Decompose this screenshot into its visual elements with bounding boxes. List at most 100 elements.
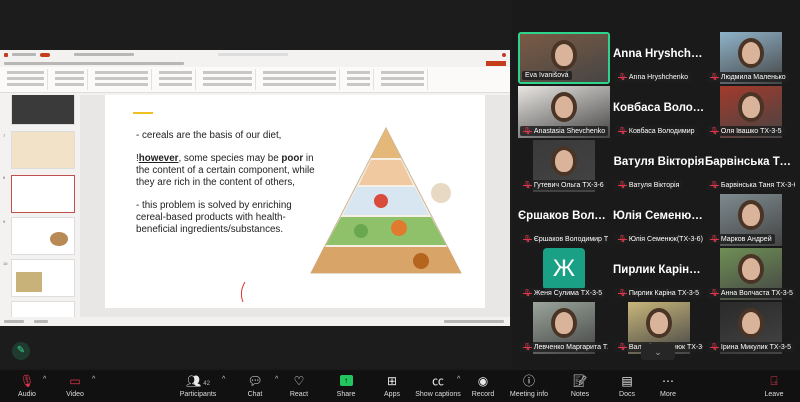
bullet-1: - cereals are the basis of our diet, <box>136 130 282 141</box>
leave-button[interactable]: ⍈ Leave <box>744 373 800 398</box>
food-pyramid-image <box>310 126 462 274</box>
participant-tile[interactable]: Єршаков Воло... 🎙︎Єршаков Володимир ТХ-..… <box>518 194 610 246</box>
apps-icon: ⊞ <box>386 374 398 388</box>
record-icon: ◉ <box>477 374 489 388</box>
participant-tile[interactable]: Ватуля Вікторія 🎙︎ Ватуля Вікторія <box>613 140 705 192</box>
participant-tile[interactable]: Барвінська Тан... 🎙︎ Барвінська Таня ТХ-3-… <box>705 140 797 192</box>
more-button[interactable]: ⋯ More <box>638 373 698 398</box>
participant-name-label: 🎙︎ Марков Андрей <box>707 234 775 244</box>
participant-tile[interactable]: Anna Hryshche... 🎙︎ Anna Hryshchenko <box>613 32 705 84</box>
video-button[interactable]: ▭ Video <box>45 373 105 398</box>
muted-mic-icon: 🎙︎ <box>523 290 532 297</box>
participant-name-label: 🎙︎ Барвінська Таня ТХ-3-6 <box>707 180 795 190</box>
ribbon-tabs[interactable] <box>0 59 510 67</box>
participant-name: Ірина Микулик ТХ-3-5 <box>720 343 791 351</box>
participant-tile[interactable]: 🎙︎ Оля Івашко ТХ-3-5 <box>705 86 797 138</box>
muted-mic-icon: 🎙︎ <box>523 236 532 243</box>
muted-mic-icon: 🎙︎ <box>710 182 719 189</box>
status-bar <box>0 317 510 326</box>
participant-tile[interactable]: 🎙︎ Людмила Маленько <box>705 32 797 84</box>
participant-name-label: 🎙︎ Юлія Семенюк(ТХ-3-6) <box>615 234 703 244</box>
participant-name: Пирлик Каріна ТХ-3-5 <box>628 289 700 297</box>
captions-icon: ㏄ <box>431 374 444 388</box>
participant-name: Гутевич Ольга ТХ-3-6 <box>533 181 604 189</box>
participant-name: Anna Hryshchenko <box>628 73 689 81</box>
participants-icon: 👥︎ 42 <box>186 374 210 388</box>
participant-tile[interactable]: Ковбаса Волод... 🎙︎ Ковбаса Володимир <box>613 86 705 138</box>
participant-display-name: Барвінська Тан... <box>705 156 797 168</box>
chat-icon: 💬︎ <box>247 374 263 388</box>
microphone-muted-icon: 🎙︎ <box>19 374 35 388</box>
participant-name-label: 🎙︎ Женя Сулима ТХ-3-5 <box>520 288 606 298</box>
participant-name: Барвінська Таня ТХ-3-6 <box>720 181 795 189</box>
participant-tile[interactable]: Юлія Семенюк... 🎙︎ Юлія Семенюк(ТХ-3-6) <box>613 194 705 246</box>
participant-tile[interactable]: 🎙︎Левченко Маргарита ТХ-... <box>518 302 610 354</box>
participant-tile[interactable]: Ж 🎙︎ Женя Сулима ТХ-3-5 <box>518 248 610 300</box>
muted-mic-icon: 🎙︎ <box>618 182 627 189</box>
slide-text: - cereals are the basis of our diet, !ho… <box>136 130 316 247</box>
participant-name-label: 🎙︎ Оля Івашко ТХ-3-5 <box>707 126 785 136</box>
participant-name: Женя Сулима ТХ-3-5 <box>533 289 603 297</box>
shared-screen: 7 8 9 10 - cereals are the basis of our … <box>0 0 512 368</box>
participant-name: Anastasia Shevchenko <box>533 127 606 135</box>
participant-name-label: Eva Ivanišová <box>522 71 572 80</box>
participant-name: Eva Ivanišová <box>525 72 569 79</box>
muted-mic-icon: 🎙︎ <box>618 74 627 81</box>
slide-thumbnail[interactable] <box>11 131 75 169</box>
participant-name: Юлія Семенюк(ТХ-3-6) <box>628 235 703 243</box>
video-options-caret-icon[interactable]: ^ <box>92 376 95 383</box>
slide: - cereals are the basis of our diet, !ho… <box>105 95 485 308</box>
slide-thumbnail[interactable] <box>11 259 75 297</box>
participant-name-label: 🎙︎Левченко Маргарита ТХ-... <box>520 342 608 352</box>
slide-thumbnail[interactable] <box>11 217 75 255</box>
title-bar <box>0 50 510 59</box>
gallery-next-page-chevron-icon[interactable]: ⌄ <box>641 344 675 360</box>
muted-mic-icon: 🎙︎ <box>618 344 627 351</box>
annotate-pen-icon[interactable]: ✎ <box>12 342 30 360</box>
muted-mic-icon: 🎙︎ <box>710 290 719 297</box>
heart-icon: ♡ <box>293 374 305 388</box>
slide-editor[interactable]: - cereals are the basis of our diet, !ho… <box>80 95 510 317</box>
participant-name-label: 🎙︎Єршаков Володимир ТХ-... <box>520 234 608 244</box>
participant-name-label: 🎙︎ Пирлик Каріна ТХ-3-5 <box>615 288 703 298</box>
participant-tile[interactable]: Eva Ivanišová <box>518 32 610 84</box>
ribbon[interactable] <box>0 67 510 93</box>
muted-mic-icon: 🎙︎ <box>710 236 719 243</box>
participant-tile[interactable]: 🎙︎ Ірина Микулик ТХ-3-5 <box>705 302 797 354</box>
participant-name: Левченко Маргарита ТХ-... <box>533 343 608 351</box>
participant-name: Марков Андрей <box>720 235 772 243</box>
accent-line <box>133 112 153 114</box>
participant-name: Ватуля Вікторія <box>628 181 680 189</box>
leave-door-icon: ⍈ <box>770 374 778 388</box>
notes-icon: 📝︎ <box>572 374 588 388</box>
camera-off-icon: ▭ <box>69 374 81 388</box>
participant-display-name: Юлія Семенюк... <box>613 210 705 222</box>
slide-thumbnails[interactable]: 7 8 9 10 <box>0 95 78 317</box>
participant-display-name: Єршаков Воло... <box>518 210 610 222</box>
participant-name-label: 🎙︎ Гутевич Ольга ТХ-3-6 <box>520 180 607 190</box>
bullet-2: !however, some species may be poor in th… <box>136 153 315 188</box>
participants-button[interactable]: 👥︎ 42 Participants <box>168 373 228 398</box>
participant-avatar: Ж <box>543 248 585 290</box>
participant-tile[interactable]: 🎙︎ Марков Андрей <box>705 194 797 246</box>
slide-thumbnail[interactable] <box>11 301 75 317</box>
participant-name-label: 🎙︎ Анна Волчаста ТХ-3-5 <box>707 288 795 298</box>
meeting-toolbar: 🎙︎ Audio ^ ▭ Video ^ 👥︎ 42 Participants ^ 💬︎… <box>0 370 800 402</box>
share-arrow-icon: ↑ <box>339 375 353 386</box>
participant-tile[interactable]: 🎙︎ Анна Волчаста ТХ-3-5 <box>705 248 797 300</box>
participant-name: Людмила Маленько <box>720 73 786 81</box>
slide-thumbnail[interactable] <box>11 95 75 125</box>
participant-tile[interactable]: Пирлик Каріна... 🎙︎ Пирлик Каріна ТХ-3-5 <box>613 248 705 300</box>
participant-name: Єршаков Володимир ТХ-... <box>533 235 608 243</box>
participant-display-name: Ковбаса Волод... <box>613 102 705 114</box>
bullet-3: - this problem is solved by enriching ce… <box>136 200 292 235</box>
participant-tile[interactable]: 🎙︎ Гутевич Ольга ТХ-3-6 <box>518 140 610 192</box>
document-icon: ▤ <box>621 374 633 388</box>
slide-thumbnail-selected[interactable] <box>11 175 75 213</box>
participant-name-label: 🎙︎ Ковбаса Володимир <box>615 126 698 136</box>
muted-mic-icon: 🎙︎ <box>618 236 627 243</box>
muted-mic-icon: 🎙︎ <box>710 74 719 81</box>
muted-mic-icon: 🎙︎ <box>710 344 719 351</box>
participant-tile[interactable]: 🎙︎ Anastasia Shevchenko <box>518 86 610 138</box>
info-icon: ⓘ <box>522 374 535 388</box>
